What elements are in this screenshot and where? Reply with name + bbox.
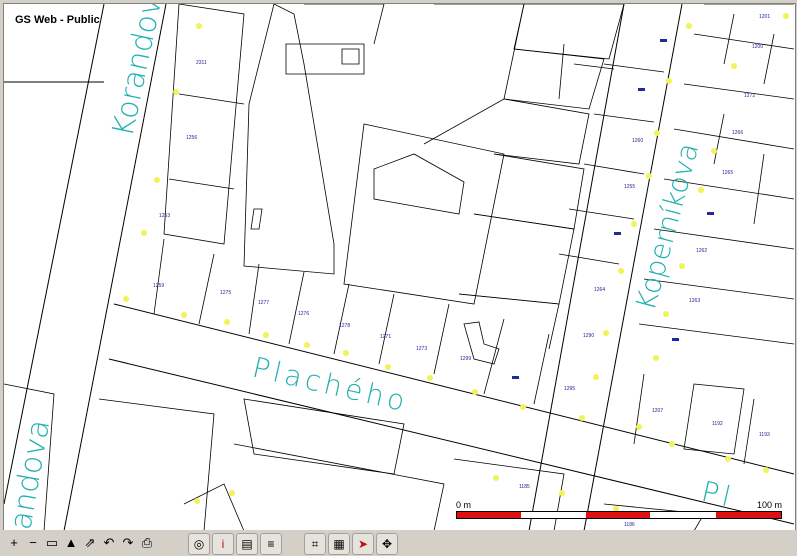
undo-icon[interactable]: ↶: [100, 534, 118, 552]
window-title: GS Web - Public: [15, 14, 100, 26]
route-icon[interactable]: ➤: [352, 533, 374, 555]
scale-bar-graphic: [456, 511, 782, 519]
parcel-number: 1263: [689, 298, 700, 304]
scale-segment: [586, 512, 650, 518]
parcel-number: 1264: [594, 287, 605, 293]
parcel-number: 1200: [752, 44, 763, 50]
scale-end-label: 100 m: [756, 500, 782, 510]
parcel-number: 1260: [632, 138, 643, 144]
parcel-number: 1272: [744, 93, 755, 99]
parcel-number: 1265: [722, 170, 733, 176]
overview-icon[interactable]: ▲: [62, 534, 80, 552]
parcel-number: 1185: [519, 484, 530, 490]
info-icon[interactable]: ≡: [260, 533, 282, 555]
parcel-number: 1277: [258, 300, 269, 306]
measure-icon[interactable]: ⇗: [81, 534, 99, 552]
full-extent-icon[interactable]: ▭: [43, 534, 61, 552]
parcel-number: 1207: [652, 408, 663, 414]
identify-icon[interactable]: i: [212, 533, 234, 555]
parcel-number: 1255: [624, 184, 635, 190]
parcel-numbers: 2311 1256 1253 1259 1275 1277 1276 1278 …: [153, 14, 770, 528]
parcel-markers: [123, 13, 789, 512]
parcel-number: 1193: [759, 432, 770, 438]
scale-segment: [716, 512, 781, 518]
parcel-number: 1201: [759, 14, 770, 20]
parcel-number: 2311: [196, 60, 207, 66]
parcel-number: 1275: [220, 290, 231, 296]
pan-icon[interactable]: ✥: [376, 533, 398, 555]
layers-icon[interactable]: ◎: [188, 533, 210, 555]
parcel-number: 1271: [380, 334, 391, 340]
print-icon[interactable]: ⎙: [138, 534, 156, 552]
application-window: 2311 1256 1253 1259 1275 1277 1276 1278 …: [0, 0, 797, 556]
parcel-number: 1299: [460, 356, 471, 362]
street-label-korandova-2: andova: [4, 417, 57, 531]
scale-bar: 0 m 100 m: [456, 500, 782, 522]
map-canvas[interactable]: 2311 1256 1253 1259 1275 1277 1276 1278 …: [3, 3, 796, 532]
parcel-number: 1295: [564, 386, 575, 392]
parcel-number: 1192: [712, 421, 723, 427]
select-icon[interactable]: ⌗: [304, 533, 326, 555]
parcel-number: 1266: [732, 130, 743, 136]
zoom-box-icon[interactable]: ▦: [328, 533, 350, 555]
parcel-number: 1186: [624, 522, 635, 528]
street-label-placheho: Plachého: [249, 351, 411, 419]
scale-segment: [457, 512, 521, 518]
parcel-number: 1256: [186, 135, 197, 141]
toolbar: + − ▭ ▲ ⇗ ↶ ↷ ⎙ ◎ i ▤ ≡ ⌗ ▦ ➤ ✥: [0, 530, 797, 556]
parcel-number: 1259: [153, 283, 164, 289]
street-label-korandova: Korandova: [106, 4, 173, 140]
parcel-number: 1253: [159, 213, 170, 219]
parcel-number: 1278: [339, 323, 350, 329]
scale-start-label: 0 m: [456, 500, 472, 510]
parcel-number: 1290: [583, 333, 594, 339]
parcel-number: 1262: [696, 248, 707, 254]
zoom-in-icon[interactable]: +: [5, 534, 23, 552]
zoom-out-icon[interactable]: −: [24, 534, 42, 552]
parcel-number: 1276: [298, 311, 309, 317]
legend-icon[interactable]: ▤: [236, 533, 258, 555]
map-svg[interactable]: 2311 1256 1253 1259 1275 1277 1276 1278 …: [4, 4, 795, 531]
redo-icon[interactable]: ↷: [119, 534, 137, 552]
parcel-number: 1273: [416, 346, 427, 352]
